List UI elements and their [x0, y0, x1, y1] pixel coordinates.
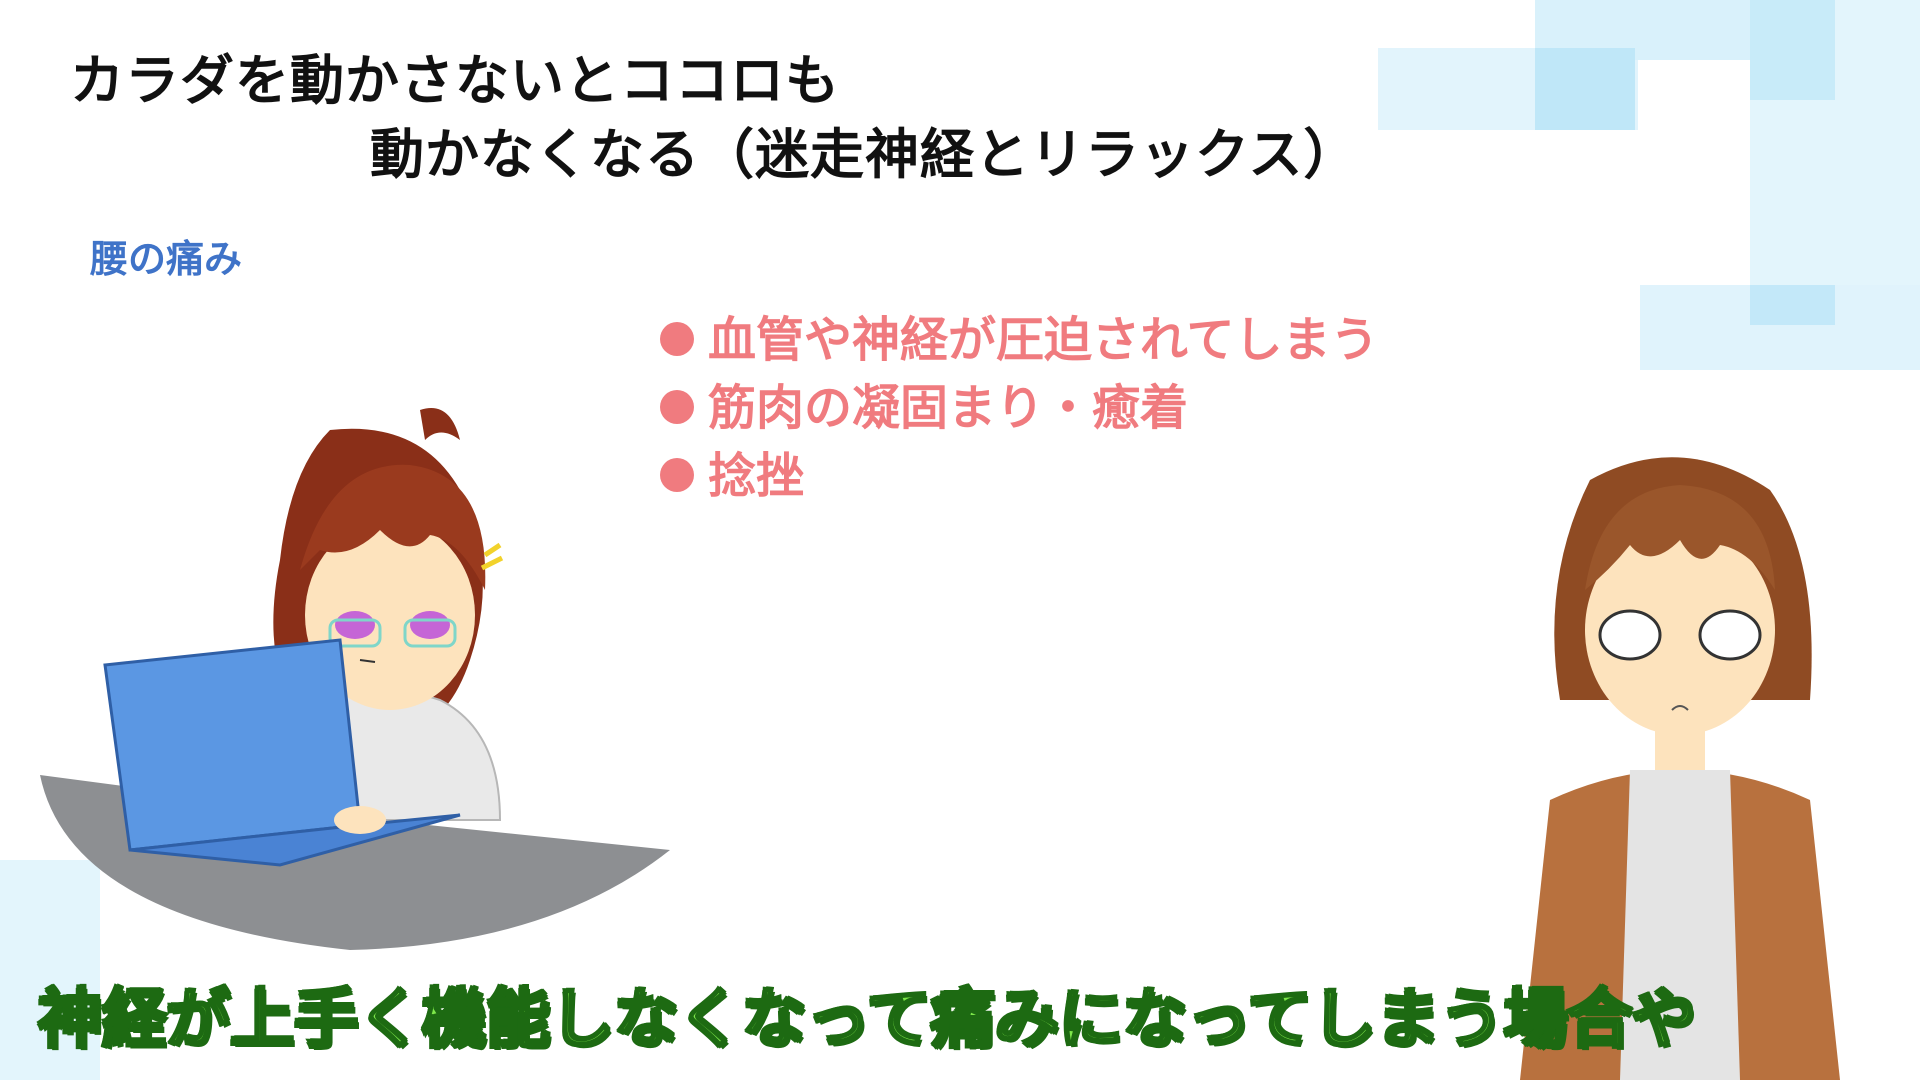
bullet-item: 血管や神経が圧迫されてしまう — [660, 300, 1379, 370]
bullet-item: 筋肉の凝固まり・癒着 — [660, 368, 1188, 438]
page-title-line1: カラダを動かさないとココロも — [70, 49, 840, 112]
page-title-line2: 動かなくなる（迷走神経とリラックス） — [370, 123, 1359, 186]
bullet-dot-icon — [660, 322, 694, 356]
decor-square — [1750, 0, 1835, 100]
subtitle-caption: 神経が上手く機能しなくなって痛みになってしまう場合や — [37, 982, 1698, 1059]
bullet-item: 捻挫 — [660, 436, 804, 506]
bullet-text: 筋肉の凝固まり・癒着 — [708, 380, 1189, 436]
bullet-text: 血管や神経が圧迫されてしまう — [708, 312, 1379, 368]
section-subtitle: 腰の痛み — [90, 237, 243, 281]
bullet-text: 捻挫 — [708, 448, 805, 504]
girl-at-laptop-illustration — [40, 408, 670, 950]
decor-square — [1750, 285, 1835, 325]
decor-square — [1535, 48, 1635, 130]
